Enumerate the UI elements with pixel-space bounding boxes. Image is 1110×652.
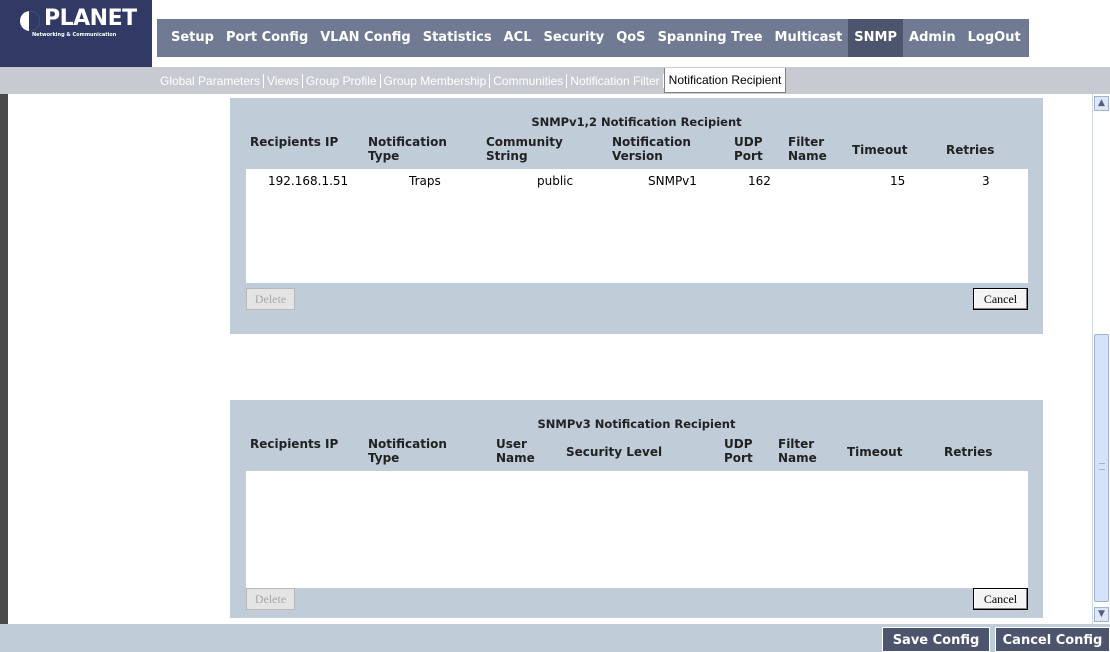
- nav-admin[interactable]: Admin: [903, 19, 962, 57]
- nav-logout[interactable]: LogOut: [962, 19, 1027, 57]
- cell-community-string[interactable]: public: [537, 174, 573, 188]
- header-timeout: Timeout: [847, 445, 903, 459]
- subnav-communities[interactable]: Communities: [490, 73, 568, 88]
- header-notification-type: Notification Type: [368, 437, 447, 465]
- cell-udp-port[interactable]: 162: [748, 174, 771, 188]
- panel-title: SNMPv1,2 Notification Recipient: [531, 115, 742, 129]
- header-notification-version: Notification Version: [612, 135, 691, 163]
- nav-acl[interactable]: ACL: [498, 19, 538, 57]
- cancel-config-button[interactable]: Cancel Config: [995, 627, 1110, 652]
- delete-button[interactable]: Delete: [246, 588, 295, 610]
- subnav-notification-filter[interactable]: Notification Filter: [567, 73, 664, 88]
- header-timeout: Timeout: [852, 143, 908, 157]
- subnav-group-profile[interactable]: Group Profile: [303, 73, 381, 88]
- nav-multicast[interactable]: Multicast: [769, 19, 849, 57]
- vertical-scrollbar[interactable]: ▲ ▼: [1092, 94, 1110, 624]
- delete-button[interactable]: Delete: [246, 288, 295, 310]
- header-recipients-ip: Recipients IP: [250, 135, 339, 149]
- content-area: SNMPv1,2 Notification Recipient Recipien…: [0, 94, 1110, 624]
- header-recipients-ip: Recipients IP: [250, 437, 339, 451]
- subnav-group-membership[interactable]: Group Membership: [381, 73, 491, 88]
- logo-text: PLANET: [44, 6, 137, 31]
- nav-vlan-config[interactable]: VLAN Config: [314, 19, 416, 57]
- snmpv3-recipient-panel: SNMPv3 Notification Recipient Recipients…: [230, 400, 1043, 618]
- main-navigation: Setup Port Config VLAN Config Statistics…: [157, 19, 1030, 57]
- logo-tagline: Networking & Communication: [32, 32, 117, 38]
- recipient-list[interactable]: 192.168.1.51 Traps public SNMPv1 162 15 …: [246, 169, 1028, 283]
- cell-notification-version[interactable]: SNMPv1: [648, 174, 697, 188]
- planet-logo-icon: [20, 11, 40, 31]
- header-udp-port: UDP Port: [724, 437, 753, 465]
- recipient-list[interactable]: [246, 471, 1028, 588]
- header-notification-type: Notification Type: [368, 135, 447, 163]
- subnav-views[interactable]: Views: [264, 73, 303, 88]
- sub-navigation: Global Parameters Views Group Profile Gr…: [0, 67, 1110, 94]
- grip-icon: [1099, 463, 1105, 470]
- snmpv12-recipient-panel: SNMPv1,2 Notification Recipient Recipien…: [230, 98, 1043, 334]
- header-retries: Retries: [944, 445, 993, 459]
- nav-spanning-tree[interactable]: Spanning Tree: [652, 19, 769, 57]
- nav-setup[interactable]: Setup: [165, 19, 220, 57]
- save-config-button[interactable]: Save Config: [882, 627, 990, 652]
- header-user-name: User Name: [496, 437, 535, 465]
- nav-snmp[interactable]: SNMP: [848, 19, 904, 57]
- header-security-level: Security Level: [566, 445, 663, 459]
- cell-timeout[interactable]: 15: [890, 174, 905, 188]
- header-filter-name: Filter Name: [788, 135, 827, 163]
- nav-qos[interactable]: QoS: [610, 19, 651, 57]
- header-community-string: Community String: [486, 135, 563, 163]
- cancel-button[interactable]: Cancel: [973, 288, 1028, 310]
- nav-security[interactable]: Security: [538, 19, 611, 57]
- header-filter-name: Filter Name: [778, 437, 817, 465]
- cell-retries[interactable]: 3: [982, 174, 990, 188]
- planet-logo: PLANET Networking & Communication: [0, 0, 152, 67]
- nav-port-config[interactable]: Port Config: [220, 19, 314, 57]
- panel-title: SNMPv3 Notification Recipient: [537, 417, 736, 431]
- scroll-up-icon[interactable]: ▲: [1094, 96, 1109, 111]
- cancel-button[interactable]: Cancel: [973, 588, 1028, 610]
- footer-bar: Save Config Cancel Config: [0, 624, 1110, 652]
- scroll-thumb[interactable]: [1094, 334, 1109, 602]
- left-border: [0, 94, 8, 624]
- nav-statistics[interactable]: Statistics: [417, 19, 498, 57]
- cell-recipients-ip[interactable]: 192.168.1.51: [268, 174, 348, 188]
- subnav-global-parameters[interactable]: Global Parameters: [157, 73, 265, 88]
- scroll-down-icon[interactable]: ▼: [1094, 607, 1109, 622]
- header-udp-port: UDP Port: [734, 135, 763, 163]
- header-retries: Retries: [946, 143, 995, 157]
- cell-notification-type[interactable]: Traps: [409, 174, 441, 188]
- subnav-notification-recipient[interactable]: Notification Recipient: [663, 68, 787, 93]
- header: PLANET Networking & Communication Setup …: [0, 0, 1110, 67]
